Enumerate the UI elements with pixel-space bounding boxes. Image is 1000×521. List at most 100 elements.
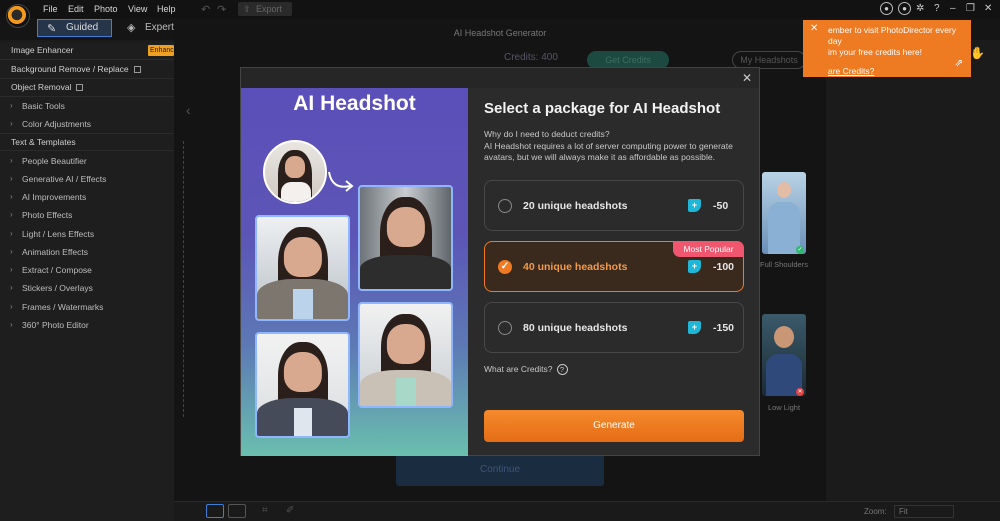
expert-label: Expert [145,22,174,33]
package-option-40[interactable]: Most Popular ✓ 40 unique headshots + -10… [484,241,744,292]
promo-image: AI Headshot [241,88,468,456]
account-icon[interactable]: ● [880,2,893,15]
thumb-face [774,326,794,348]
sidebar-item-label: Image Enhancer [11,45,74,55]
generate-button[interactable]: Generate [484,410,744,442]
close-tooltip-icon[interactable]: ✕ [810,23,818,34]
continue-button[interactable]: Continue [396,454,604,486]
thumb-low-light[interactable] [762,314,806,396]
what-are-credits-link[interactable]: are Credits? [828,66,971,77]
suit [360,255,451,289]
package-label: 80 unique headshots [523,322,628,334]
thumb-label: Full Shoulders [760,260,808,269]
chevron-right-icon: › [10,101,13,110]
export-icon: ⇪ [243,4,251,14]
sidebar-item-animation-effects[interactable]: › Animation Effects [0,243,174,261]
what-are-credits-link[interactable]: What are Credits?? [484,364,568,375]
redo-icon[interactable]: ↷ [217,3,226,16]
expert-mode-button[interactable]: ◈ Expert [127,20,174,36]
sidebar-item-object-removal[interactable]: Object Removal [0,79,174,97]
credit-icon: + [688,321,701,334]
sidebar-item-label: Frames / Watermarks [22,302,104,312]
thumb-body [768,202,800,254]
face [283,237,322,277]
sidebar-item-stickers-overlays[interactable]: › Stickers / Overlays [0,279,174,297]
bottom-bar: ⌗ ✐ Zoom: Fit [174,501,1000,521]
zoom-select[interactable]: Fit [894,505,954,518]
export-button[interactable]: ⇪ Export [238,2,292,16]
face [285,156,305,178]
sidebar-item-label: Basic Tools [22,101,65,111]
sidebar-item-frames-watermarks[interactable]: › Frames / Watermarks [0,298,174,316]
close-icon[interactable]: ✕ [742,71,752,85]
sidebar: Image Enhancer Enhance Background Remove… [0,42,174,521]
thumb-full-shoulders[interactable] [762,172,806,254]
app-logo [6,4,30,28]
most-popular-badge: Most Popular [673,241,744,257]
sidebar-item-image-enhancer[interactable]: Image Enhancer Enhance [0,42,174,60]
sidebar-item-ai-improvements[interactable]: › AI Improvements [0,188,174,206]
sidebar-item-color-adjustments[interactable]: › Color Adjustments [0,115,174,133]
sidebar-item-360-photo-editor[interactable]: › 360° Photo Editor [0,316,174,334]
menu-photo[interactable]: Photo [94,4,118,14]
notification-icon[interactable]: ● [898,2,911,15]
brush-icon[interactable]: ✐ [286,505,294,516]
sidebar-item-label: Background Remove / Replace [11,64,129,74]
external-link-icon[interactable]: ⇗ [955,58,963,69]
menu-edit[interactable]: Edit [68,4,84,14]
thumb-face [777,182,791,198]
radio-checked-icon[interactable]: ✓ [498,260,512,274]
external-icon [76,84,84,91]
sidebar-item-basic-tools[interactable]: › Basic Tools [0,97,174,115]
sidebar-item-people-beautifier[interactable]: › People Beautifier [0,152,174,170]
sidebar-item-background-remove[interactable]: Background Remove / Replace [0,61,174,79]
package-option-20[interactable]: 20 unique headshots + -50 [484,180,744,231]
radio-button[interactable] [498,321,512,335]
undo-icon[interactable]: ↶ [201,3,210,16]
menu-view[interactable]: View [128,4,147,14]
sidebar-item-label: Extract / Compose [22,265,92,275]
back-arrow-icon[interactable]: ‹ [186,102,191,118]
shirt [281,182,311,202]
credit-icon: + [688,199,701,212]
package-cost: -50 [713,200,729,212]
chevron-right-icon: › [10,320,13,329]
sidebar-item-extract-compose[interactable]: › Extract / Compose [0,261,174,279]
radio-button[interactable] [498,199,512,213]
face [283,352,322,392]
sidebar-item-label: People Beautifier [22,156,87,166]
sidebar-item-label: Generative AI / Effects [22,174,107,184]
credits-count: Credits: 400 [504,52,558,63]
crop-icon[interactable]: ⌗ [262,505,268,516]
sidebar-item-generative-ai[interactable]: › Generative AI / Effects [0,170,174,188]
sidebar-item-text-templates[interactable]: Text & Templates [0,133,174,151]
help-icon[interactable]: ? [934,3,940,14]
menu-help[interactable]: Help [157,4,176,14]
promo-headline: AI Headshot [293,92,416,115]
sidebar-item-label: Object Removal [11,82,72,92]
headshot-photo [358,185,453,291]
sidebar-item-photo-effects[interactable]: › Photo Effects [0,206,174,224]
sidebar-item-light-lens-effects[interactable]: › Light / Lens Effects [0,225,174,243]
daily-credits-tooltip: ✕ ember to visit PhotoDirector every day… [803,20,971,77]
source-selfie [263,140,327,204]
close-window-icon[interactable]: ✕ [984,3,992,14]
what-are-credits-label: What are Credits? [484,364,553,374]
hand-icon[interactable]: ✋ [970,46,985,60]
single-view-button[interactable] [206,504,224,518]
shirt [293,408,312,436]
restore-icon[interactable]: ❐ [966,3,975,14]
guided-mode-button[interactable]: ✎ Guided [37,19,112,37]
menu-file[interactable]: File [43,4,58,14]
chevron-right-icon: › [10,247,13,256]
enhance-badge: Enhance [148,45,174,56]
guided-label: Guided [66,22,99,33]
minimize-icon[interactable]: – [950,3,956,14]
modal-header [241,68,759,88]
tooltip-text: ember to visit PhotoDirector every day i… [828,25,957,57]
compare-view-button[interactable] [228,504,246,518]
remove-icon: ✕ [796,388,804,396]
package-option-80[interactable]: 80 unique headshots + -150 [484,302,744,353]
upload-area-border [183,141,184,417]
settings-icon[interactable]: ✲ [916,3,924,14]
